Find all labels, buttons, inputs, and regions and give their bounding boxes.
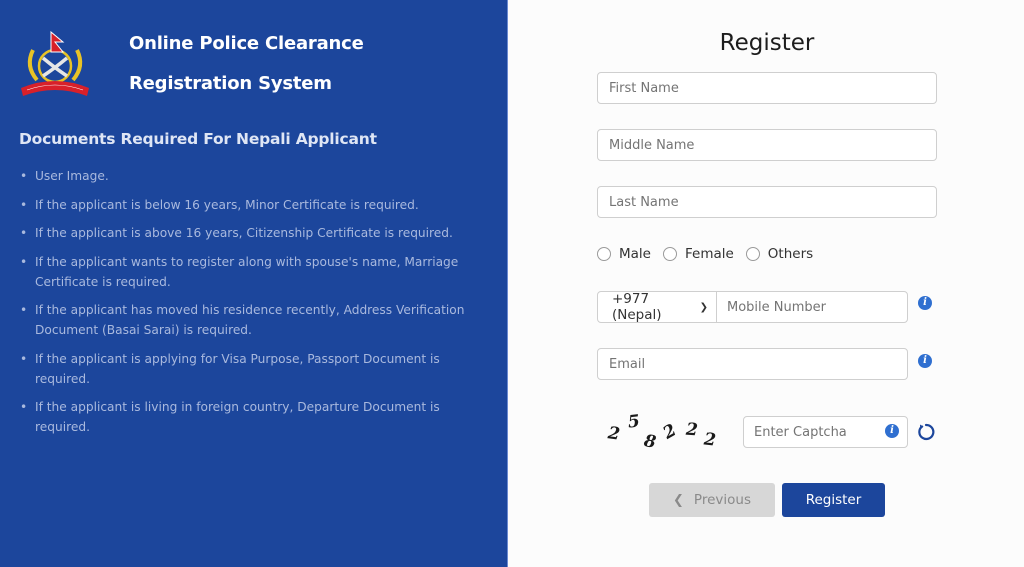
middle-name-input[interactable] (597, 129, 937, 161)
info-icon[interactable]: i (918, 296, 932, 310)
site-title-line2: Registration System (129, 73, 332, 94)
document-item: If the applicant has moved his residence… (19, 300, 479, 340)
gender-option-male[interactable]: Male (597, 246, 651, 262)
first-name-input[interactable] (597, 72, 937, 104)
captcha-field (743, 416, 908, 448)
captcha-char: 2 (606, 423, 622, 445)
document-item: If the applicant wants to register along… (19, 252, 479, 292)
radio-label-others: Others (767, 246, 814, 262)
chevron-left-icon: ❮ (673, 492, 684, 508)
captcha-char: 5 (626, 411, 641, 433)
nepal-police-logo (21, 30, 89, 96)
country-code-select[interactable]: +977 (Nepal) ❯ (598, 291, 717, 323)
mobile-number-input[interactable] (717, 292, 907, 322)
site-title-line1: Online Police Clearance (129, 33, 364, 54)
document-item: User Image. (19, 166, 479, 186)
radio-female[interactable] (662, 247, 677, 261)
captcha-image: 2 5 8 2 2 2 (606, 411, 721, 454)
documents-list: User Image. If the applicant is below 16… (19, 166, 479, 446)
last-name-input[interactable] (597, 186, 937, 218)
info-icon[interactable]: i (885, 424, 899, 438)
form-title: Register (719, 30, 815, 56)
radio-label-female: Female (684, 246, 734, 262)
captcha-char: 2 (659, 420, 681, 444)
info-icon[interactable]: i (918, 354, 932, 368)
register-button[interactable]: Register (782, 483, 885, 517)
documents-heading: Documents Required For Nepali Applicant (19, 130, 377, 148)
country-code-value: +977 (Nepal) (612, 291, 662, 323)
captcha-char: 8 (642, 431, 658, 453)
previous-button-label: Previous (693, 492, 751, 508)
chevron-down-icon: ❯ (699, 301, 708, 313)
document-item: If the applicant is above 16 years, Citi… (19, 223, 479, 243)
captcha-char: 2 (702, 429, 717, 451)
captcha-char: 2 (685, 419, 699, 441)
document-item: If the applicant is below 16 years, Mino… (19, 195, 479, 215)
refresh-captcha-icon[interactable] (917, 423, 935, 441)
gender-option-female[interactable]: Female (662, 246, 734, 262)
document-item: If the applicant is living in foreign co… (19, 397, 479, 437)
gender-radio-group: Male Female Others (597, 244, 825, 264)
captcha-input[interactable] (744, 417, 907, 447)
phone-input-group: +977 (Nepal) ❯ (597, 291, 908, 323)
radio-others[interactable] (745, 247, 760, 261)
document-item: If the applicant is applying for Visa Pu… (19, 349, 479, 389)
gender-option-others[interactable]: Others (745, 246, 814, 262)
info-panel: Online Police Clearance Registration Sys… (0, 0, 508, 567)
email-input[interactable] (597, 348, 908, 380)
previous-button[interactable]: ❮ Previous (649, 483, 775, 517)
radio-male[interactable] (597, 247, 611, 261)
radio-label-male: Male (619, 246, 651, 262)
